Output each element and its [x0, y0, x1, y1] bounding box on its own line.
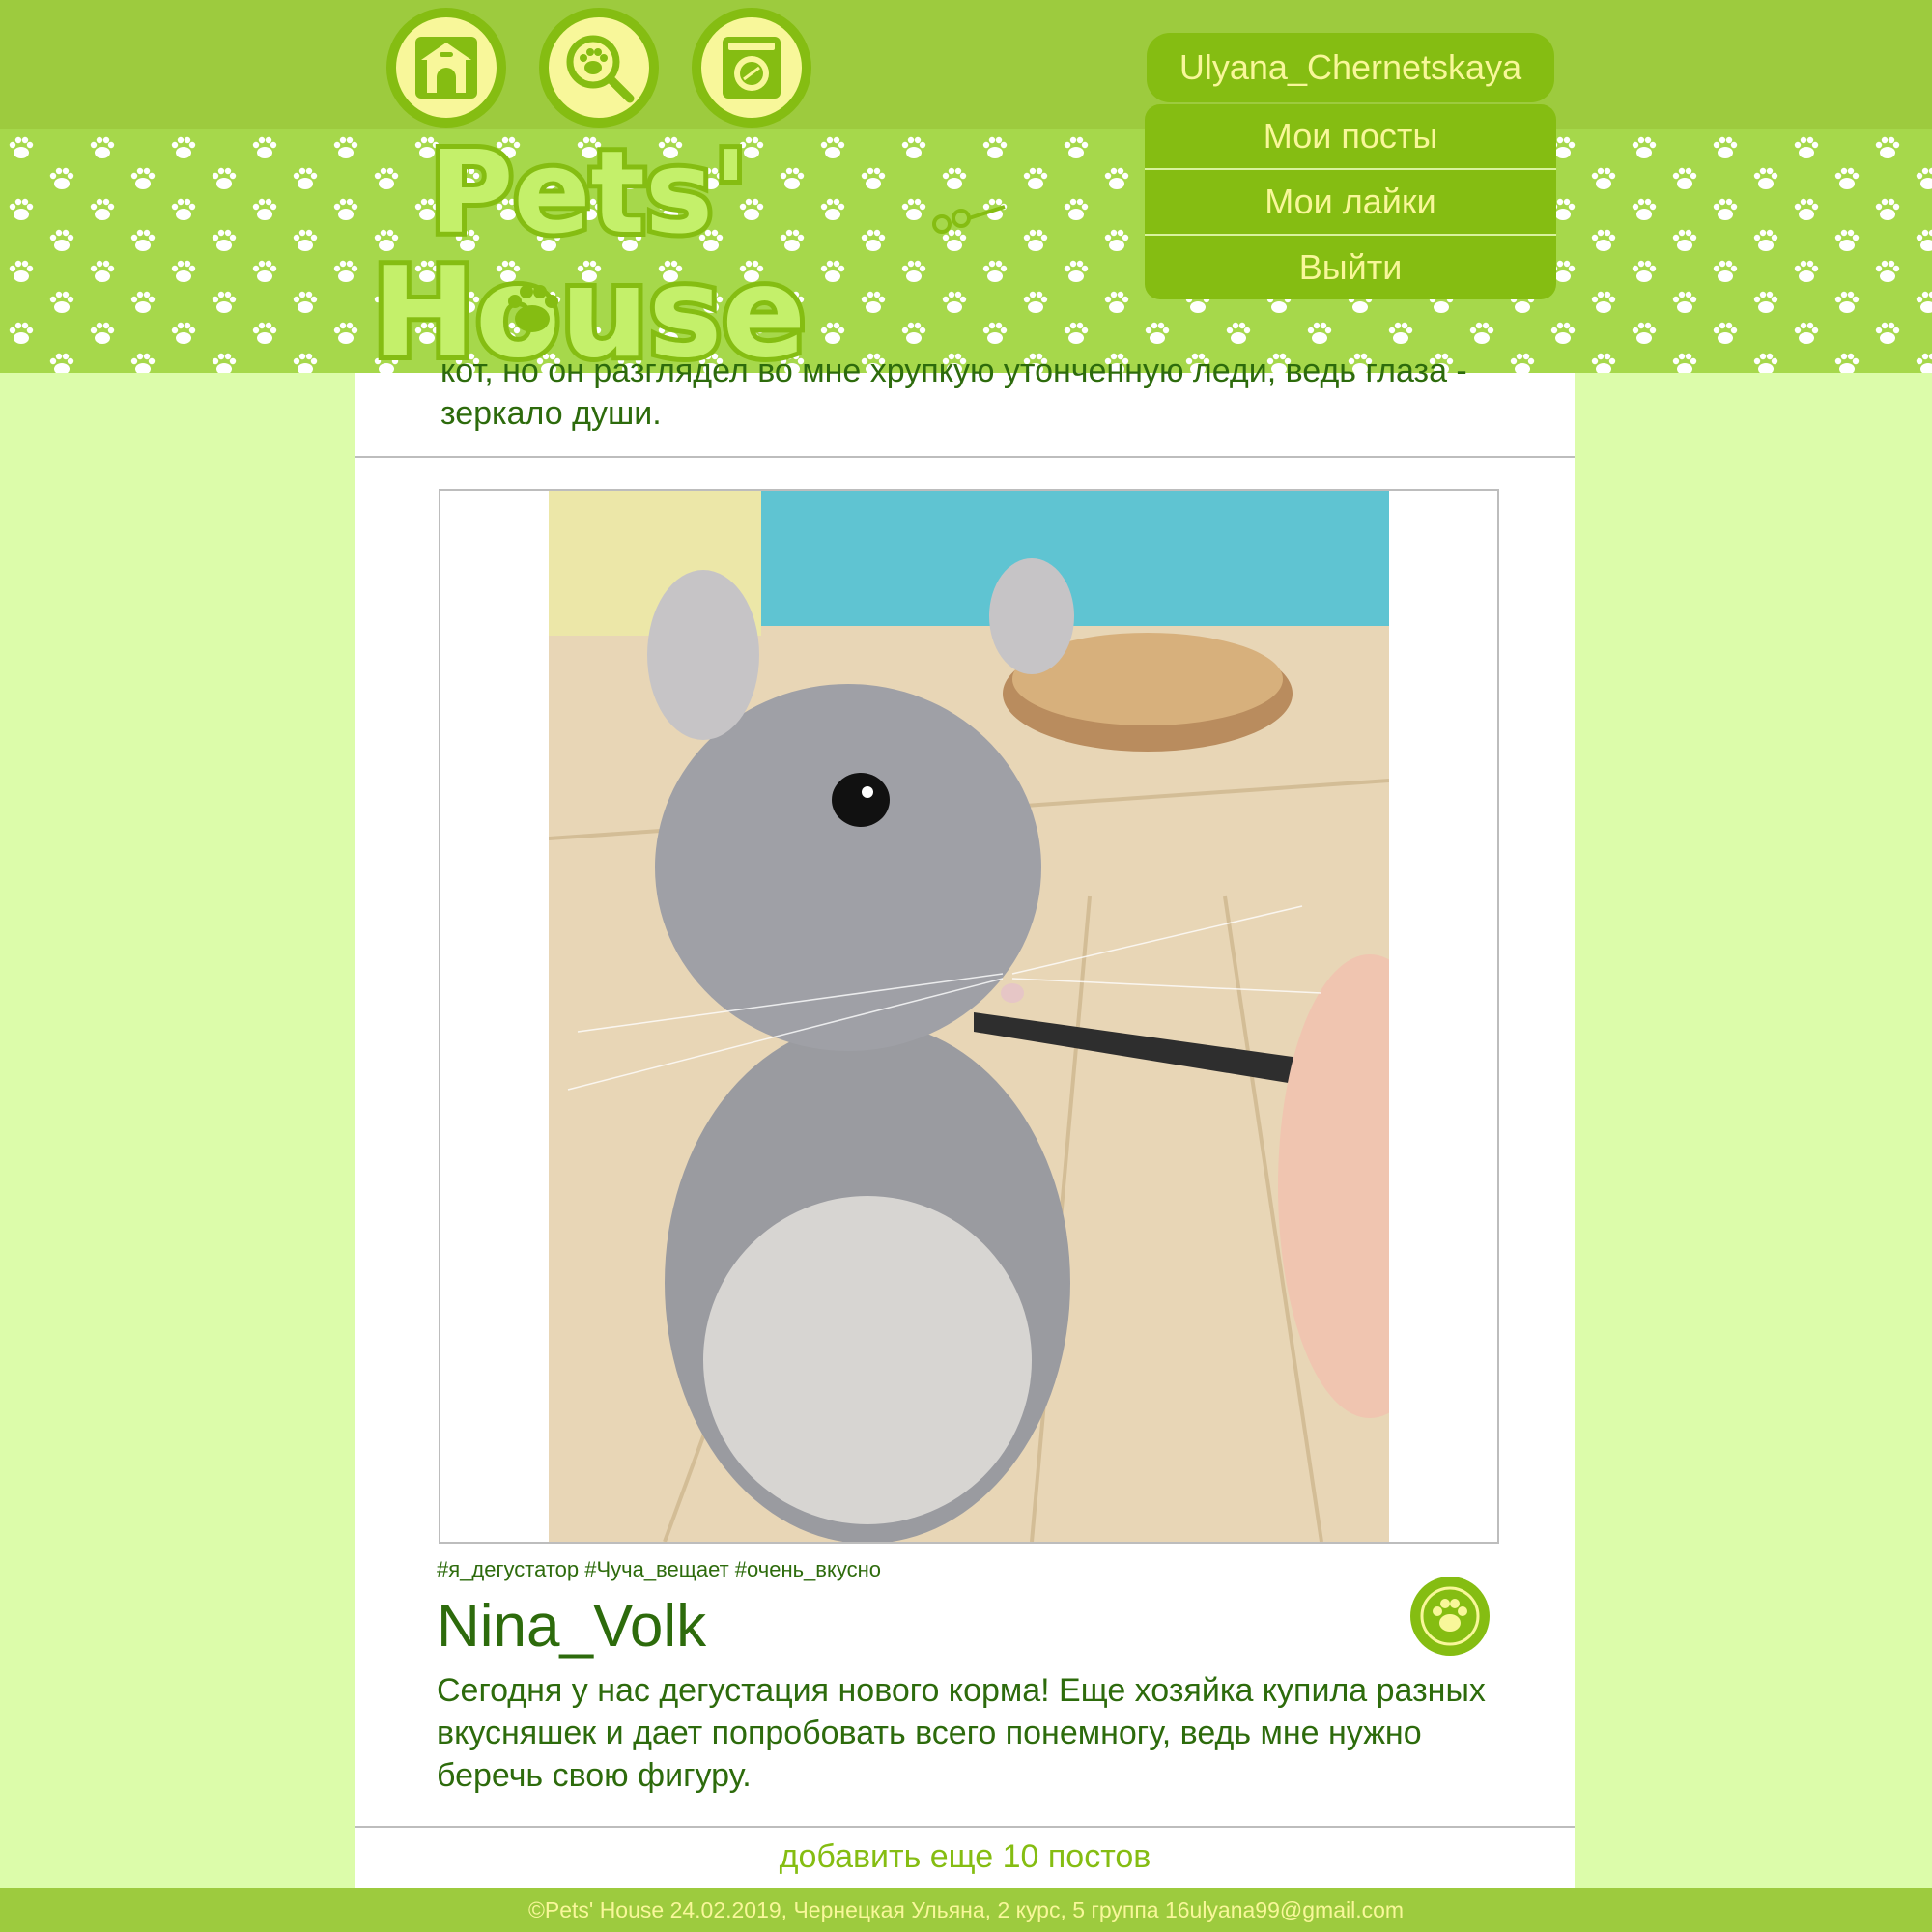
load-more-button[interactable]: добавить еще 10 постов — [355, 1833, 1575, 1880]
footer: ©Pets' House 24.02.2019, Чернецкая Ульян… — [0, 1888, 1932, 1932]
menu-item-my-posts[interactable]: Мои посты — [1145, 104, 1556, 170]
paw-search-icon[interactable] — [539, 8, 659, 128]
logo-scissors-icon — [932, 205, 1006, 234]
menu-item-my-likes[interactable]: Мои лайки — [1145, 170, 1556, 236]
paw-search-icon-graphic — [566, 35, 635, 103]
post-feed: кот, но он разглядел во мне хрупкую утон… — [355, 353, 1575, 1888]
chinchilla-photo — [549, 491, 1389, 1542]
post-tags[interactable]: #я_дегустатор #Чуча_вещает #очень_вкусно — [437, 1557, 881, 1582]
post-photo[interactable] — [439, 489, 1499, 1544]
post-author[interactable]: Nina_Volk — [437, 1592, 706, 1661]
menu-item-logout[interactable]: Выйти — [1145, 236, 1556, 299]
doghouse-icon[interactable] — [386, 8, 506, 128]
top-nav-bar — [0, 0, 1932, 129]
washing-machine-icon-graphic — [723, 37, 781, 99]
post-divider — [355, 456, 1575, 458]
washing-machine-icon[interactable] — [692, 8, 811, 128]
paw-icon — [1420, 1586, 1480, 1646]
previous-post-text: кот, но он разглядел во мне хрупкую утон… — [440, 353, 1467, 432]
post-text: Сегодня у нас дегустация нового корма! Е… — [437, 1672, 1486, 1794]
feed-divider — [355, 1826, 1575, 1828]
username-button[interactable]: Ulyana_Chernetskaya — [1147, 33, 1554, 102]
user-dropdown-menu: Мои посты Мои лайки Выйти — [1145, 104, 1556, 299]
pets-house-logo: Pets' House — [372, 135, 1006, 372]
doghouse-icon-graphic — [415, 37, 477, 99]
logo-line1: Pets' — [430, 135, 748, 259]
like-paw-button[interactable] — [1410, 1577, 1490, 1656]
